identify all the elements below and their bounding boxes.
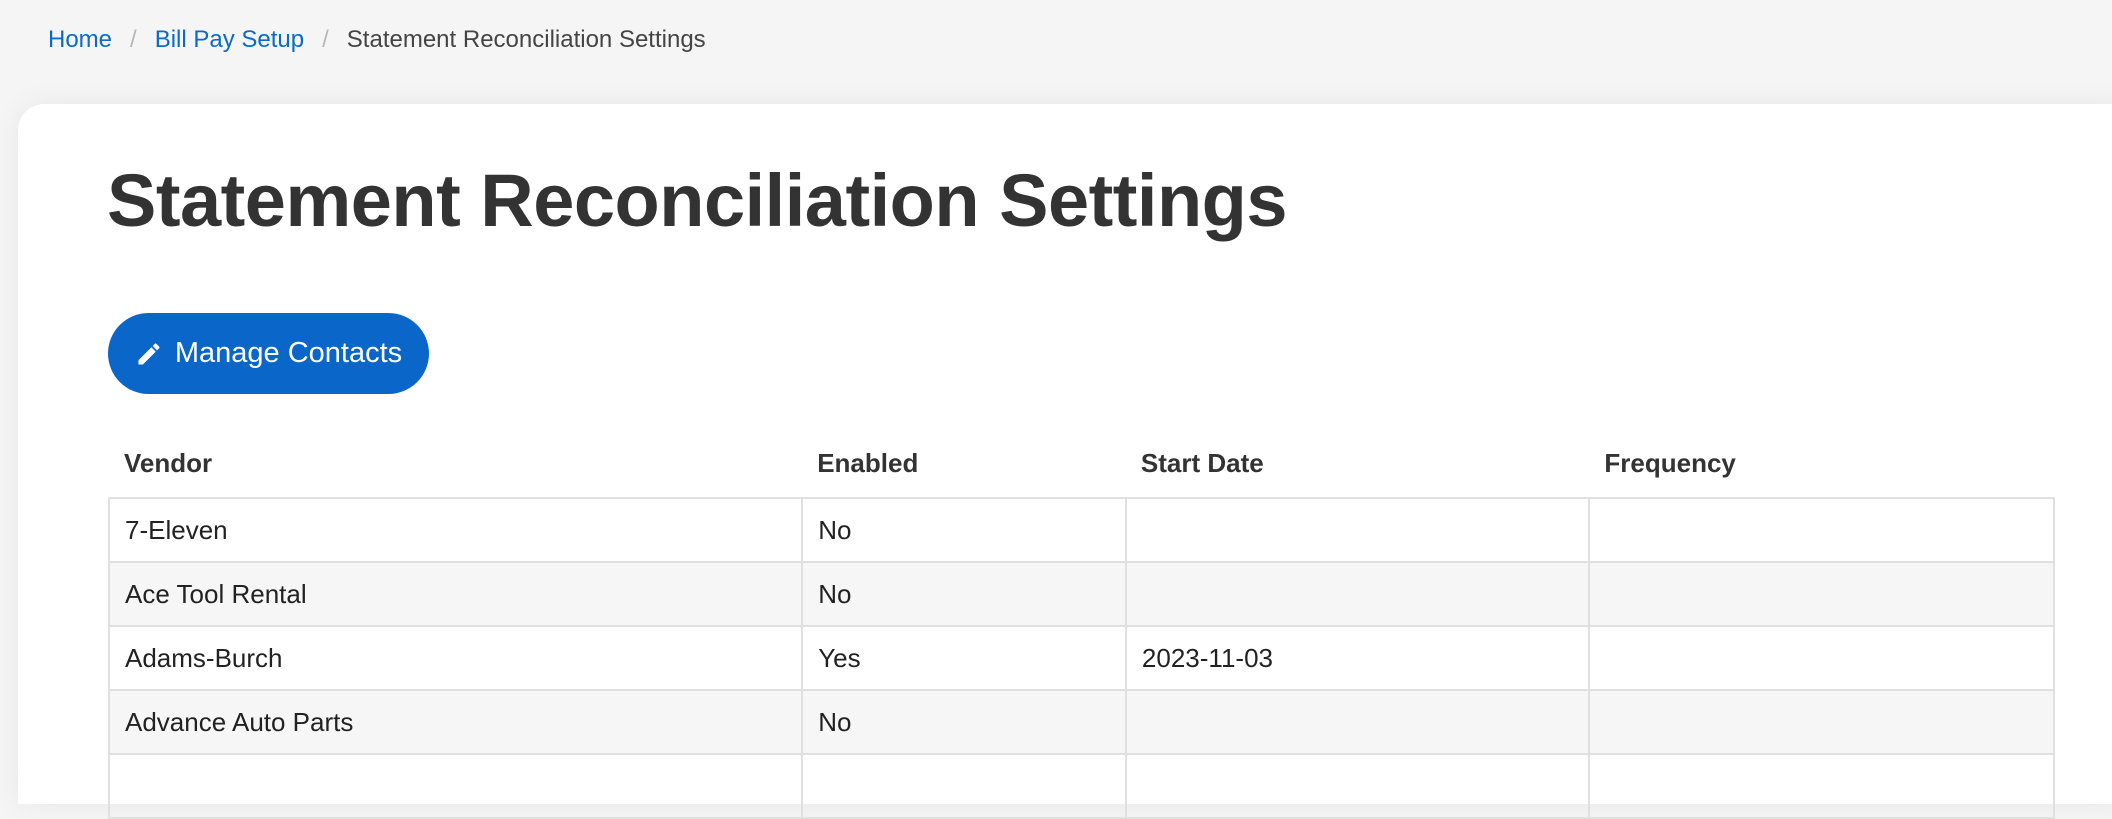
cell-frequency [1588,689,2055,755]
page-title: Statement Reconciliation Settings [107,159,1288,242]
table-header-row: Vendor Enabled Start Date Frequency [109,430,2054,498]
manage-contacts-label: Manage Contacts [174,337,403,369]
column-header-enabled[interactable]: Enabled [802,430,1126,498]
table-row[interactable]: 7-Eleven No [107,497,2055,563]
cell-enabled [801,753,1127,819]
cell-enabled: No [801,497,1127,563]
cell-vendor: Advance Auto Parts [107,689,804,755]
breadcrumb-separator: / [130,26,137,53]
cell-vendor [107,753,804,819]
cell-enabled: Yes [801,625,1127,691]
cell-vendor: 7-Eleven [107,497,804,563]
content-panel: Statement Reconciliation Settings Manage… [18,104,2112,819]
breadcrumb-separator: / [322,26,329,53]
cell-start-date: 2023-11-03 [1124,625,1591,691]
manage-contacts-button[interactable]: Manage Contacts [108,313,429,394]
vendor-table: Vendor Enabled Start Date Frequency 7-El… [107,430,2055,819]
cell-start-date [1124,497,1591,563]
cell-frequency [1588,625,2055,691]
table-row[interactable]: Adams-Burch Yes 2023-11-03 [107,625,2055,691]
column-header-frequency[interactable]: Frequency [1589,430,2054,498]
cell-vendor: Ace Tool Rental [107,561,804,627]
cell-start-date [1124,753,1591,819]
cell-enabled: No [801,689,1127,755]
cell-start-date [1124,689,1591,755]
column-header-start-date[interactable]: Start Date [1126,430,1589,498]
breadcrumb-bill-pay-link[interactable]: Bill Pay Setup [155,26,304,54]
breadcrumb-current: Statement Reconciliation Settings [346,26,706,53]
table-row[interactable]: Advance Auto Parts No [107,689,2055,755]
cell-frequency [1588,561,2055,627]
cell-vendor: Adams-Burch [107,625,804,691]
pencil-icon [138,342,160,364]
cell-enabled: No [801,561,1127,627]
table-row[interactable]: Ace Tool Rental No [107,561,2055,627]
cell-frequency [1588,753,2055,819]
breadcrumb-home-link[interactable]: Home [48,26,112,54]
cell-frequency [1588,497,2055,563]
breadcrumb: Home / Bill Pay Setup / Statement Reconc… [48,26,706,54]
table-row[interactable] [107,753,2055,819]
cell-start-date [1124,561,1591,627]
column-header-vendor[interactable]: Vendor [109,430,802,498]
